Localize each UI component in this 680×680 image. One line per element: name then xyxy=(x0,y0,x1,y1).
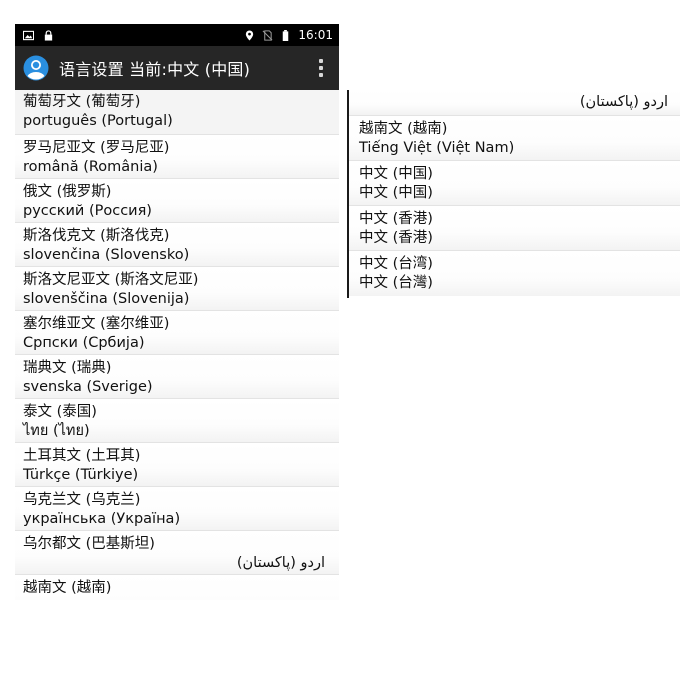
language-item[interactable]: 越南文 (越南) xyxy=(15,575,339,600)
lock-icon xyxy=(44,29,53,41)
language-native: ไทย (ไทย) xyxy=(23,423,90,439)
status-bar: 16:01 xyxy=(15,24,339,46)
language-native: 中文 (香港) xyxy=(359,230,433,246)
language-item[interactable]: 中文 (香港) 中文 (香港) xyxy=(349,206,680,251)
language-name: 瑞典文 (瑞典) xyxy=(23,360,112,376)
phone-screen: 16:01 语言设置 当前:中文 (中国) 葡萄牙文 (葡萄牙) portugu… xyxy=(15,24,339,600)
language-item[interactable]: 越南文 (越南) Tiếng Việt (Việt Nam) xyxy=(349,116,680,161)
language-item[interactable]: 罗马尼亚文 (罗马尼亚) română (România) xyxy=(15,135,339,179)
language-name: 塞尔维亚文 (塞尔维亚) xyxy=(23,316,170,332)
language-native: slovenčina (Slovensko) xyxy=(23,247,190,263)
language-native: português (Portugal) xyxy=(23,113,173,129)
language-native: 中文 (中国) xyxy=(359,185,433,201)
language-item[interactable]: 中文 (台湾) 中文 (台灣) xyxy=(349,251,680,296)
language-native: русский (Россия) xyxy=(23,203,152,219)
overflow-menu-icon[interactable] xyxy=(311,54,331,82)
language-item[interactable]: 斯洛文尼亚文 (斯洛文尼亚) slovenščina (Slovenija) xyxy=(15,267,339,311)
page-title: 语言设置 当前:中文 (中国) xyxy=(59,60,251,79)
battery-icon xyxy=(283,29,289,41)
language-name: 乌克兰文 (乌克兰) xyxy=(23,492,141,508)
language-item[interactable]: 乌尔都文 (巴基斯坦) اردو (پاکستان) xyxy=(15,531,339,575)
language-name: 乌尔都文 (巴基斯坦) xyxy=(23,536,155,552)
language-name: 中文 (台湾) xyxy=(359,256,433,272)
language-item[interactable]: 俄文 (俄罗斯) русский (Россия) xyxy=(15,179,339,223)
language-native: Tiếng Việt (Việt Nam) xyxy=(359,140,515,156)
language-name: 斯洛文尼亚文 (斯洛文尼亚) xyxy=(23,272,199,288)
language-native: Српски (Србија) xyxy=(23,335,145,351)
image-icon xyxy=(23,30,34,40)
language-native: slovenščina (Slovenija) xyxy=(23,291,190,307)
app-bar: 语言设置 当前:中文 (中国) xyxy=(15,46,339,90)
language-name: 泰文 (泰国) xyxy=(23,404,97,420)
language-item[interactable]: 中文 (中国) 中文 (中国) xyxy=(349,161,680,206)
language-native: 中文 (台灣) xyxy=(359,275,433,291)
language-item[interactable]: 乌克兰文 (乌克兰) українська (Україна) xyxy=(15,487,339,531)
language-name: 越南文 (越南) xyxy=(359,121,448,137)
language-name: 中文 (香港) xyxy=(359,211,433,227)
location-icon xyxy=(246,29,254,41)
language-name: 罗马尼亚文 (罗马尼亚) xyxy=(23,140,170,156)
language-native: Türkçe (Türkiye) xyxy=(23,467,139,483)
language-native: اردو (پاکستان) xyxy=(236,555,325,571)
language-native: svenska (Sverige) xyxy=(23,379,153,395)
language-item[interactable]: اردو (پاکستان) xyxy=(349,90,680,116)
status-time: 16:01 xyxy=(298,28,333,42)
language-item[interactable]: 斯洛伐克文 (斯洛伐克) slovenčina (Slovensko) xyxy=(15,223,339,267)
language-native: اردو (پاکستان) xyxy=(579,94,668,110)
language-item[interactable]: 葡萄牙文 (葡萄牙) português (Portugal) xyxy=(15,90,339,135)
app-avatar-icon[interactable] xyxy=(23,55,49,81)
language-list-continued: اردو (پاکستان) 越南文 (越南) Tiếng Việt (Việt… xyxy=(347,90,680,298)
no-sim-icon xyxy=(262,29,273,41)
language-item[interactable]: 泰文 (泰国) ไทย (ไทย) xyxy=(15,399,339,443)
language-list: 葡萄牙文 (葡萄牙) português (Portugal) 罗马尼亚文 (罗… xyxy=(15,90,339,600)
language-name: 俄文 (俄罗斯) xyxy=(23,184,112,200)
language-name: 土耳其文 (土耳其) xyxy=(23,448,141,464)
language-native: română (România) xyxy=(23,159,158,175)
language-item[interactable]: 土耳其文 (土耳其) Türkçe (Türkiye) xyxy=(15,443,339,487)
language-name: 中文 (中国) xyxy=(359,166,433,182)
language-name: 越南文 (越南) xyxy=(23,580,112,596)
language-item[interactable]: 塞尔维亚文 (塞尔维亚) Српски (Србија) xyxy=(15,311,339,355)
language-native: українська (Україна) xyxy=(23,511,181,527)
language-name: 葡萄牙文 (葡萄牙) xyxy=(23,94,141,110)
language-name: 斯洛伐克文 (斯洛伐克) xyxy=(23,228,170,244)
language-item[interactable]: 瑞典文 (瑞典) svenska (Sverige) xyxy=(15,355,339,399)
